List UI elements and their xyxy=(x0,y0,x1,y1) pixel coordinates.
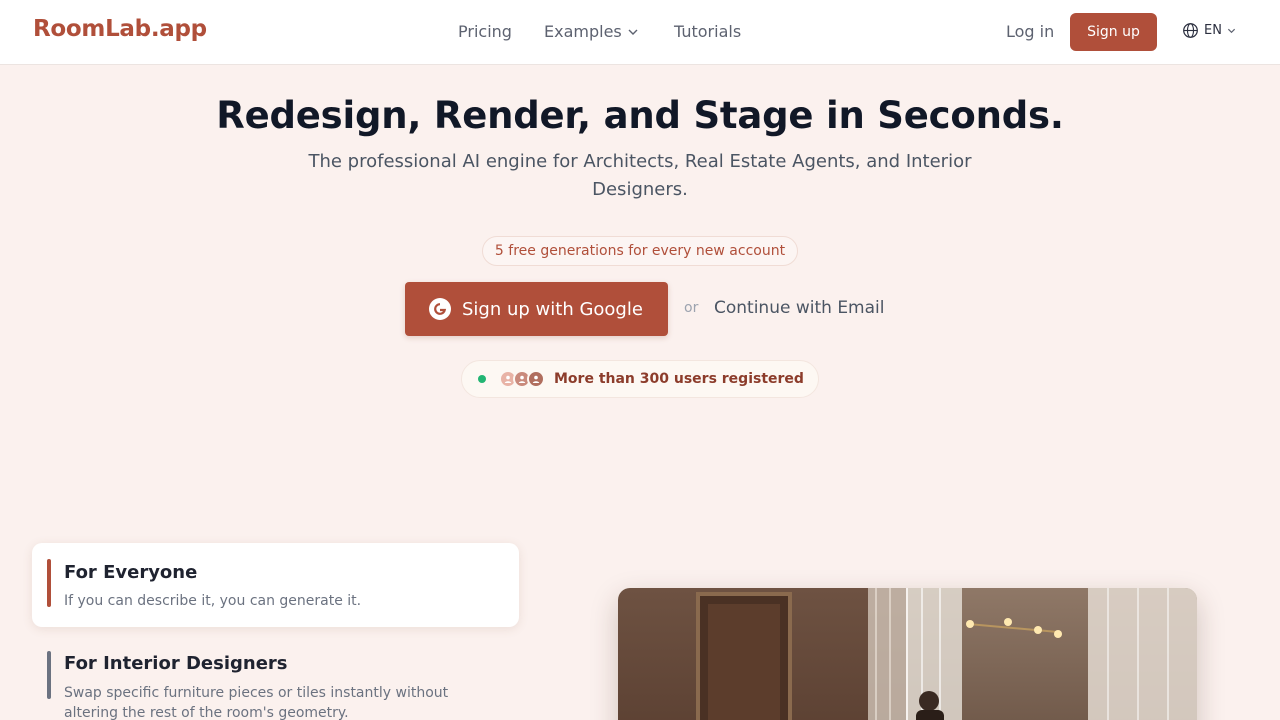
login-link[interactable]: Log in xyxy=(1006,22,1054,41)
globe-icon xyxy=(1183,23,1198,38)
room-before-illustration xyxy=(696,588,906,720)
nav-pricing-label: Pricing xyxy=(458,22,512,41)
or-separator: or xyxy=(684,300,699,316)
continue-with-email-link[interactable]: Continue with Email xyxy=(714,298,884,318)
google-signup-button[interactable]: Sign up with Google xyxy=(405,282,668,336)
feature-description: If you can describe it, you can generate… xyxy=(64,593,362,609)
nav-tutorials-label: Tutorials xyxy=(674,22,742,41)
before-after-preview[interactable] xyxy=(618,588,1197,720)
card-accent-bar xyxy=(47,559,51,607)
nav-tutorials[interactable]: Tutorials xyxy=(674,22,741,41)
feature-title: For Everyone xyxy=(64,562,198,583)
feature-card-everyone[interactable]: For Everyone If you can describe it, you… xyxy=(32,543,519,627)
google-icon xyxy=(429,298,451,320)
language-selector[interactable]: EN xyxy=(1182,22,1236,39)
free-generations-badge: 5 free generations for every new account xyxy=(482,236,798,266)
hero-title: Redesign, Render, and Stage in Seconds. xyxy=(216,94,1064,137)
avatar-stack xyxy=(499,370,545,388)
online-status-dot xyxy=(478,375,486,383)
user-avatar-icon xyxy=(527,370,545,388)
after-image xyxy=(908,588,1197,720)
nav-examples-dropdown[interactable]: Examples xyxy=(544,22,638,41)
feature-card-interior-designers[interactable]: For Interior Designers Swap specific fur… xyxy=(32,640,519,720)
hero-subtitle: The professional AI engine for Architect… xyxy=(308,151,972,200)
registered-users-badge: More than 300 users registered xyxy=(461,360,819,398)
signup-button[interactable]: Sign up xyxy=(1070,13,1157,51)
nav-pricing[interactable]: Pricing xyxy=(458,22,512,41)
room-after-illustration xyxy=(908,588,1197,720)
before-image xyxy=(618,588,906,720)
registered-users-text: More than 300 users registered xyxy=(554,371,804,387)
google-signup-label: Sign up with Google xyxy=(462,298,643,320)
feature-description: Swap specific furniture pieces or tiles … xyxy=(64,685,449,720)
card-accent-bar xyxy=(47,651,51,699)
nav-examples-label: Examples xyxy=(544,22,622,41)
language-label: EN xyxy=(1204,23,1222,38)
chevron-down-icon xyxy=(628,29,638,35)
chevron-down-icon xyxy=(1227,28,1236,34)
feature-title: For Interior Designers xyxy=(64,653,288,674)
top-navbar: RoomLab.app Pricing Examples Tutorials L… xyxy=(0,0,1280,65)
